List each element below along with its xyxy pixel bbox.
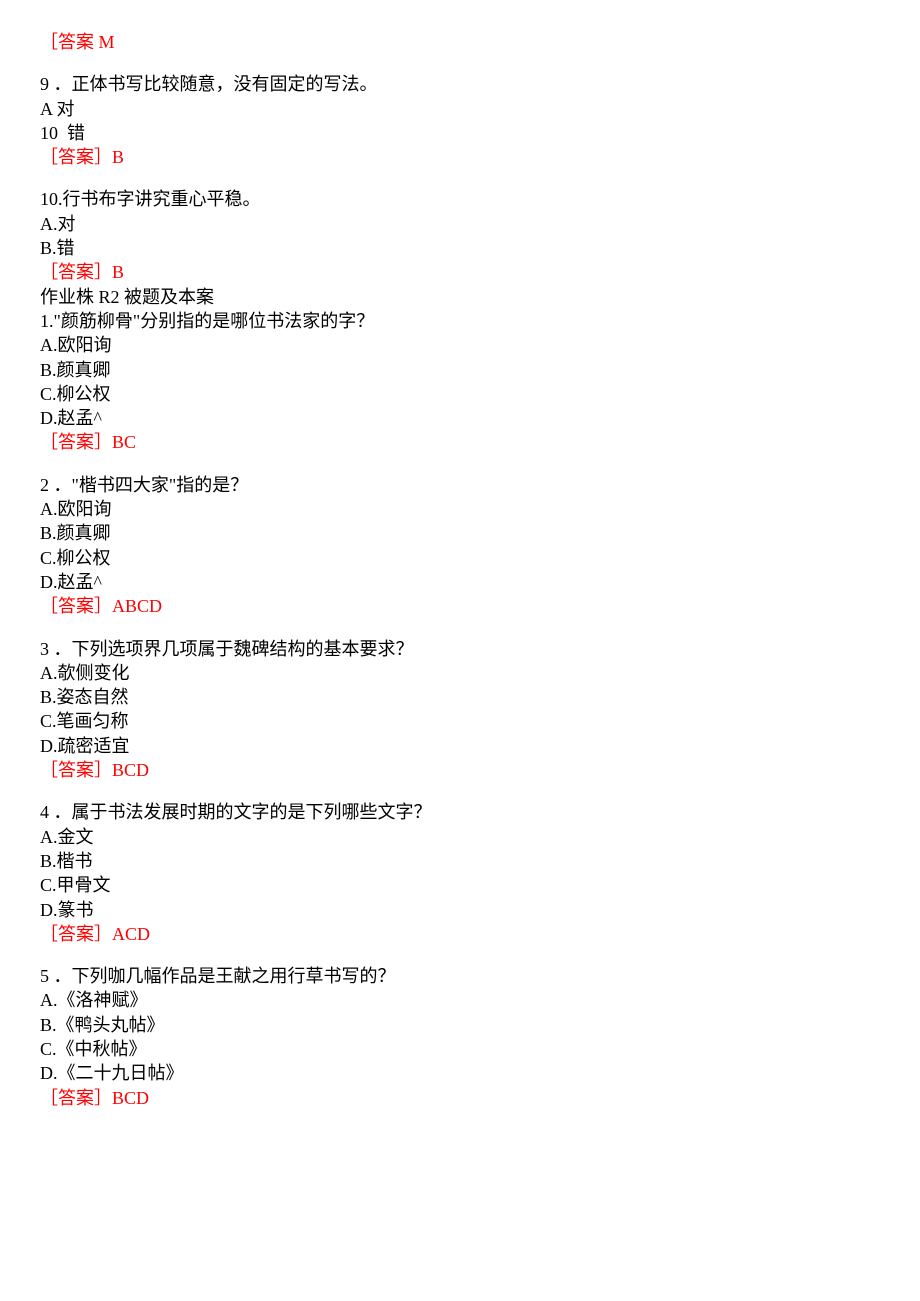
q1-text: 1."颜筋柳骨"分别指的是哪位书法家的字？ (40, 309, 880, 333)
q9-text: 9 ．正体书写比较随意，没有固定的写法。 (40, 72, 880, 96)
q5-opt-b: B.《鸭头丸帖》 (40, 1013, 880, 1037)
spacer (40, 169, 880, 187)
q10-opt-b: B.错 (40, 236, 880, 260)
spacer (40, 455, 880, 473)
q10-text: 10.行书布字讲究重心平稳。 (40, 187, 880, 211)
q10-opt-a: A.对 (40, 212, 880, 236)
q1-opt-b: B.颜真卿 (40, 358, 880, 382)
q9-opt-a: A 对 (40, 97, 880, 121)
q4-text: 4 ．属于书法发展时期的文字的是下列哪些文字？ (40, 800, 880, 824)
q9-answer: ［答案］B (40, 145, 880, 169)
q1-answer: ［答案］BC (40, 430, 880, 454)
q5-opt-c: C.《中秋帖》 (40, 1037, 880, 1061)
q4-opt-c: C.甲骨文 (40, 873, 880, 897)
q3-opt-d: D.疏密适宜 (40, 734, 880, 758)
q1-opt-c: C.柳公权 (40, 382, 880, 406)
top-answer: ［答案 M (40, 30, 880, 54)
q5-opt-d: D.《二十九日帖》 (40, 1061, 880, 1085)
q2-opt-d: D.赵孟^ (40, 570, 880, 594)
q1-opt-d: D.赵孟^ (40, 406, 880, 430)
spacer (40, 782, 880, 800)
section-title: 作业株 R2 被题及本案 (40, 287, 214, 307)
q9-opt-b: 10 错 (40, 121, 880, 145)
q2-text: 2 ．"楷书四大家"指的是？ (40, 473, 880, 497)
q3-answer: ［答案］BCD (40, 758, 880, 782)
q2-opt-b: B.颜真卿 (40, 521, 880, 545)
q2-opt-a: A.欧阳询 (40, 497, 880, 521)
q1-opt-a: A.欧阳询 (40, 333, 880, 357)
q10-answer: ［答案］B (40, 260, 880, 284)
q4-answer: ［答案］ACD (40, 922, 880, 946)
spacer (40, 946, 880, 964)
q3-opt-b: B.姿态自然 (40, 685, 880, 709)
q3-text: 3 ．下列选项界几项属于魏碑结构的基本要求？ (40, 637, 880, 661)
q5-text: 5 ．下列咖几幅作品是王献之用行草书写的？ (40, 964, 880, 988)
q2-answer: ［答案］ABCD (40, 594, 880, 618)
q3-opt-a: A.欹侧变化 (40, 661, 880, 685)
q4-opt-a: A.金文 (40, 825, 880, 849)
q5-opt-a: A.《洛神赋》 (40, 988, 880, 1012)
q5-answer: ［答案］BCD (40, 1086, 880, 1110)
q3-opt-c: C.笔画匀称 (40, 709, 880, 733)
spacer (40, 619, 880, 637)
q4-opt-b: B.楷书 (40, 849, 880, 873)
q2-opt-c: C.柳公权 (40, 546, 880, 570)
q4-opt-d: D.篆书 (40, 898, 880, 922)
spacer (40, 54, 880, 72)
